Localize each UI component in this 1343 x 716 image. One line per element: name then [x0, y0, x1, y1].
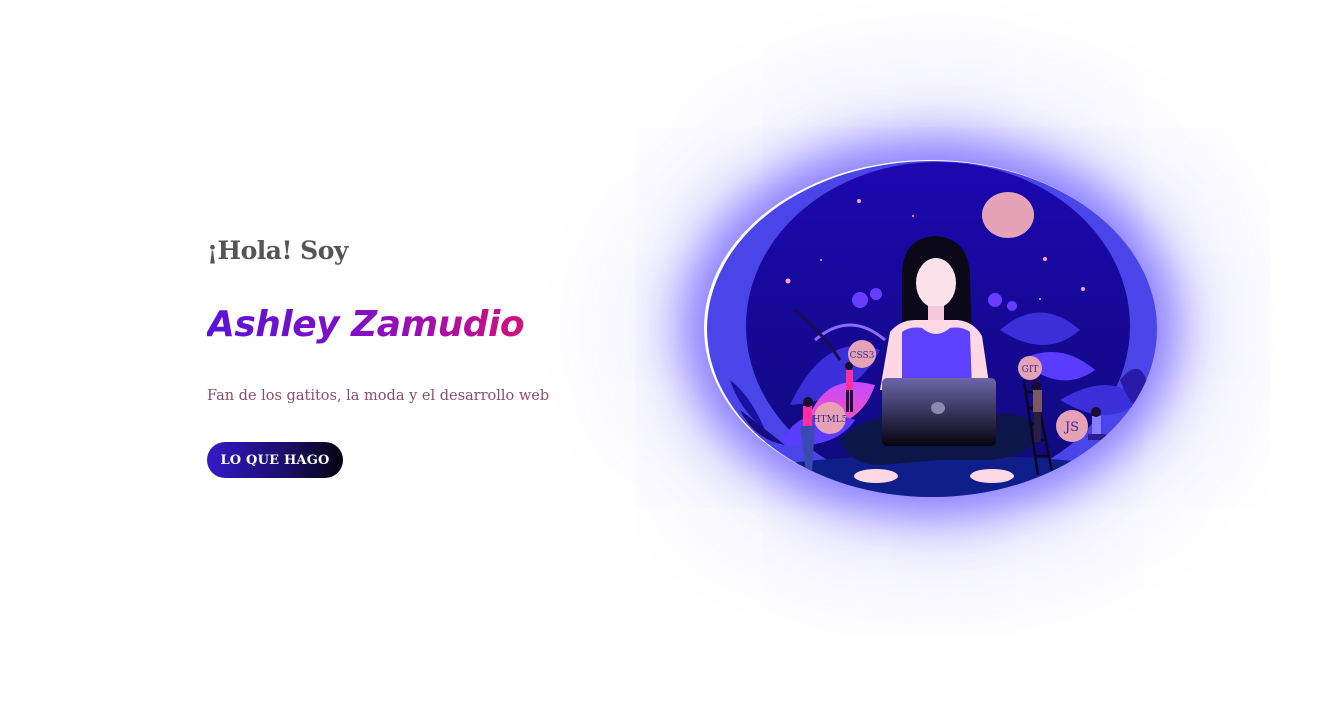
- ground: [720, 455, 1157, 497]
- laptop-logo: [931, 402, 945, 414]
- js-badge: JS: [1056, 410, 1088, 442]
- css3-badge: CSS3: [848, 340, 876, 368]
- page: ¡Hola! Soy Ashley Zamudio Fan de los gat…: [0, 0, 1343, 716]
- js-label: JS: [1063, 420, 1079, 435]
- left-foot: [854, 469, 898, 483]
- woman-neck: [928, 306, 944, 320]
- lo-que-hago-button[interactable]: LO QUE HAGO: [207, 442, 343, 478]
- hero-name: Ashley Zamudio: [207, 304, 525, 345]
- illustration-svg: CSS3 HTML5 GIT JS: [707, 161, 1157, 497]
- greeting-text: ¡Hola! Soy: [207, 236, 348, 265]
- hero-illustration: CSS3 HTML5 GIT JS: [640, 100, 1240, 600]
- git-label: GIT: [1022, 365, 1039, 375]
- woman-face: [916, 258, 956, 308]
- hero-tagline: Fan de los gatitos, la moda y el desarro…: [207, 388, 550, 404]
- moon: [982, 192, 1034, 238]
- html5-label: HTML5: [813, 415, 848, 425]
- git-badge: GIT: [1018, 356, 1042, 380]
- right-foot: [970, 469, 1014, 483]
- css3-label: CSS3: [850, 351, 875, 361]
